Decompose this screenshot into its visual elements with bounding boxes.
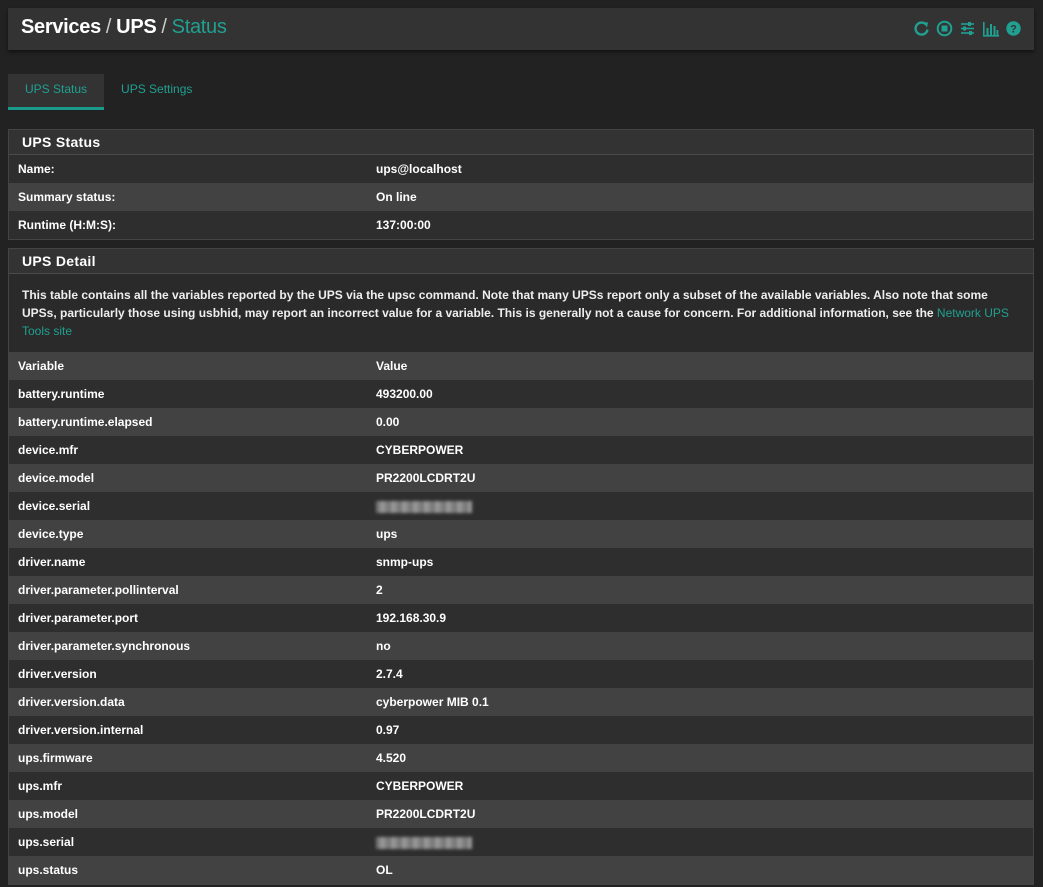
variable-name: ups.serial	[18, 835, 75, 849]
table-row: battery.runtime 493200.00	[9, 380, 1033, 408]
status-label: Summary status:	[18, 190, 116, 204]
table-row: ups.mfr CYBERPOWER	[9, 772, 1033, 800]
column-header-variable: Variable	[18, 359, 65, 373]
variable-name: ups.firmware	[18, 751, 93, 765]
redacted-value	[376, 836, 472, 849]
panel-title: UPS Status	[9, 130, 1033, 155]
variable-value: cyberpower MIB 0.1	[376, 695, 489, 709]
status-value: 137:00:00	[376, 218, 431, 232]
breadcrumb: Services / UPS / Status	[21, 16, 227, 39]
restart-icon[interactable]	[913, 20, 930, 37]
variable-name: driver.parameter.synchronous	[18, 639, 191, 653]
table-row: ups.status OL	[9, 856, 1033, 884]
variable-name: device.serial	[18, 499, 91, 513]
status-row-runtime: Runtime (H:M:S): 137:00:00	[9, 211, 1033, 239]
variable-name: ups.model	[18, 807, 79, 821]
tab-ups-status[interactable]: UPS Status	[8, 74, 105, 110]
stop-icon[interactable]	[936, 20, 953, 37]
table-header: Variable Value	[9, 352, 1033, 380]
variable-name: ups.mfr	[18, 779, 63, 793]
svg-text:?: ?	[1010, 24, 1017, 36]
status-row-summary: Summary status: On line	[9, 183, 1033, 211]
variable-name: driver.version	[18, 667, 97, 681]
variable-value: 0.97	[376, 723, 400, 737]
table-row: ups.firmware 4.520	[9, 744, 1033, 772]
variable-name: device.model	[18, 471, 95, 485]
variable-name: device.type	[18, 527, 84, 541]
help-icon[interactable]: ?	[1005, 20, 1022, 37]
variable-name: battery.runtime.elapsed	[18, 415, 153, 429]
variable-value: ups	[376, 527, 398, 541]
settings-sliders-icon[interactable]	[959, 20, 976, 37]
table-row: device.serial	[9, 492, 1033, 520]
variable-name: driver.version.data	[18, 695, 125, 709]
variable-value	[376, 492, 472, 520]
table-row: device.mfr CYBERPOWER	[9, 436, 1033, 464]
variable-value: OL	[376, 863, 393, 877]
variable-name: battery.runtime	[18, 387, 105, 401]
header-icons: ?	[913, 20, 1022, 37]
page-header: Services / UPS / Status ?	[8, 8, 1034, 50]
ups-detail-panel: UPS Detail This table contains all the v…	[8, 248, 1034, 885]
detail-table-body: battery.runtime 493200.00 battery.runtime.…	[9, 380, 1033, 884]
breadcrumb-services[interactable]: Services	[21, 16, 101, 38]
variable-name: ups.status	[18, 863, 79, 877]
variable-value: PR2200LCDRT2U	[376, 471, 476, 485]
variable-name: device.mfr	[18, 443, 79, 457]
breadcrumb-separator: /	[161, 16, 167, 38]
redacted-value	[376, 500, 472, 513]
table-row: ups.model PR2200LCDRT2U	[9, 800, 1033, 828]
status-value: ups@localhost	[376, 162, 462, 176]
status-label: Name:	[18, 162, 55, 176]
table-row: driver.version 2.7.4	[9, 660, 1033, 688]
table-row: driver.parameter.port 192.168.30.9	[9, 604, 1033, 632]
status-row-name: Name: ups@localhost	[9, 155, 1033, 183]
variable-value: 192.168.30.9	[376, 611, 447, 625]
tab-bar: UPS Status UPS Settings	[8, 74, 209, 110]
breadcrumb-ups[interactable]: UPS	[116, 16, 157, 38]
column-header-value: Value	[376, 359, 408, 373]
tab-ups-settings[interactable]: UPS Settings	[104, 74, 209, 107]
variable-name: driver.name	[18, 555, 86, 569]
detail-description: This table contains all the variables re…	[9, 274, 1033, 352]
variable-name: driver.version.internal	[18, 723, 144, 737]
table-row: ups.serial	[9, 828, 1033, 856]
table-row: battery.runtime.elapsed 0.00	[9, 408, 1033, 436]
panel-title: UPS Detail	[9, 249, 1033, 274]
table-row: driver.parameter.pollinterval 2	[9, 576, 1033, 604]
variable-value: 4.520	[376, 751, 407, 765]
status-value: On line	[376, 190, 417, 204]
variable-value: snmp-ups	[376, 555, 434, 569]
status-label: Runtime (H:M:S):	[18, 218, 116, 232]
variable-value: CYBERPOWER	[376, 443, 464, 457]
breadcrumb-separator: /	[105, 16, 112, 38]
variable-value: 0.00	[376, 415, 400, 429]
breadcrumb-status: Status	[171, 16, 227, 38]
chart-icon[interactable]	[982, 20, 999, 37]
variable-value: no	[376, 639, 391, 653]
variable-value: CYBERPOWER	[376, 779, 464, 793]
variable-name: driver.parameter.pollinterval	[18, 583, 179, 597]
variable-value: PR2200LCDRT2U	[376, 807, 476, 821]
table-row: driver.version.data cyberpower MIB 0.1	[9, 688, 1033, 716]
description-text: This table contains all the variables re…	[22, 288, 988, 320]
table-row: device.model PR2200LCDRT2U	[9, 464, 1033, 492]
variable-value: 2	[376, 583, 383, 597]
table-row: driver.name snmp-ups	[9, 548, 1033, 576]
table-row: device.type ups	[9, 520, 1033, 548]
table-row: driver.version.internal 0.97	[9, 716, 1033, 744]
ups-status-panel: UPS Status Name: ups@localhost Summary s…	[8, 129, 1034, 240]
variable-value: 2.7.4	[376, 667, 403, 681]
table-row: driver.parameter.synchronous no	[9, 632, 1033, 660]
variable-name: driver.parameter.port	[18, 611, 139, 625]
variable-value	[376, 828, 472, 856]
variable-value: 493200.00	[376, 387, 433, 401]
